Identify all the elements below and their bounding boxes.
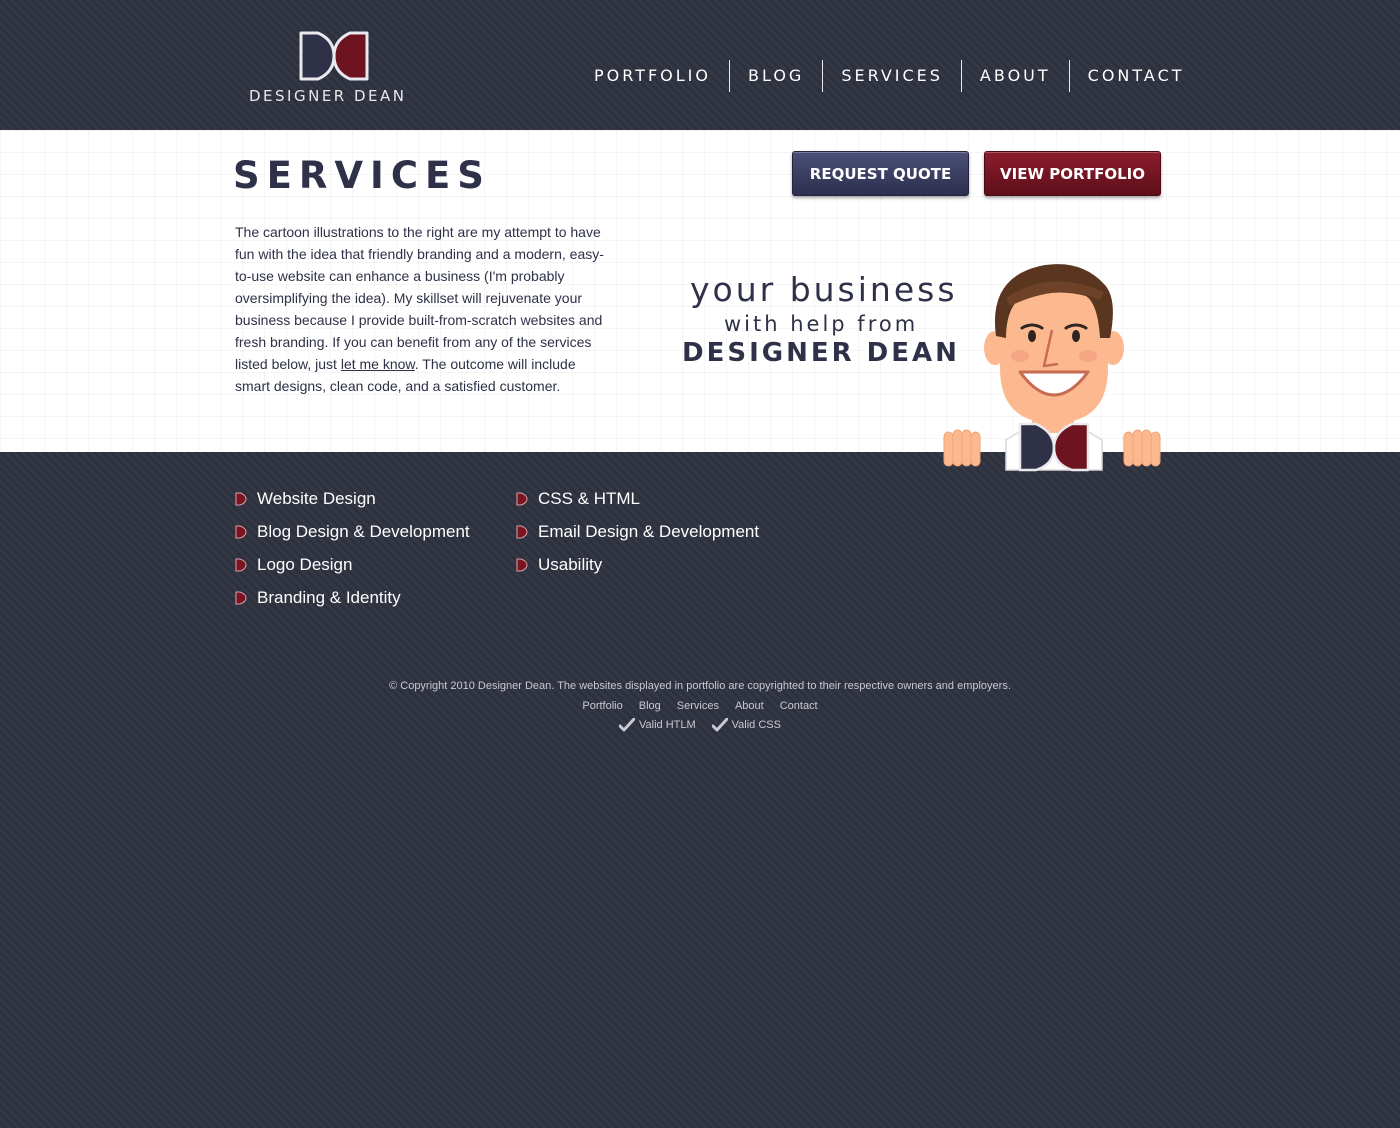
nav-divider	[729, 60, 730, 92]
logo-text: DESIGNER DEAN	[249, 87, 407, 105]
mascot-left-cheek	[1011, 350, 1029, 362]
checkmark-icon	[619, 718, 635, 732]
service-label: Website Design	[257, 488, 376, 508]
service-item: CSS & HTML	[516, 482, 759, 515]
service-label: Logo Design	[257, 554, 353, 574]
nav-about[interactable]: ABOUT	[962, 60, 1069, 92]
intro-text-start: The cartoon illustrations to the right a…	[235, 224, 604, 372]
let-me-know-link[interactable]: let me know	[341, 356, 415, 372]
logo[interactable]: DESIGNER DEAN	[249, 30, 419, 105]
service-label: Email Design & Development	[538, 521, 760, 541]
main-nav: PORTFOLIO BLOG SERVICES ABOUT CONTACT	[576, 60, 1203, 92]
mascot-left-hand	[943, 429, 981, 467]
intro-paragraph: The cartoon illustrations to the right a…	[235, 221, 605, 397]
footer-link-about[interactable]: About	[735, 700, 764, 712]
bowtie-logo-icon	[299, 31, 369, 81]
service-label: Branding & Identity	[257, 587, 401, 607]
service-item: Logo Design	[235, 548, 470, 581]
footer-link-services[interactable]: Services	[677, 700, 719, 712]
services-column-1: Website Design Blog Design & Development…	[235, 482, 470, 614]
bowtie-bullet-icon	[516, 492, 528, 505]
mascot-illustration	[943, 264, 1161, 472]
footer-divider	[220, 656, 1180, 657]
bowtie-bullet-icon	[235, 558, 247, 571]
checkmark-icon	[711, 718, 728, 732]
service-label: CSS & HTML	[538, 488, 641, 508]
copyright-text: © Copyright 2010 Designer Dean. The webs…	[389, 680, 1011, 692]
footer-link-portfolio[interactable]: Portfolio	[582, 700, 622, 712]
service-item: Website Design	[235, 482, 470, 515]
validation-links: Valid HTLM Valid CSS	[0, 718, 1400, 732]
footer-nav: Portfolio Blog Services About Contact	[0, 700, 1400, 712]
service-label: Usability	[538, 554, 603, 574]
tagline-line-1: your business	[690, 270, 958, 309]
bowtie-bullet-icon	[516, 558, 528, 571]
bowtie-bullet-icon	[235, 492, 247, 505]
nav-contact[interactable]: CONTACT	[1070, 60, 1203, 92]
tagline-line-3: DESIGNER DEAN	[682, 338, 960, 368]
mascot-right-eye	[1072, 330, 1080, 342]
mascot-left-eye	[1028, 330, 1036, 342]
mascot-right-cheek	[1079, 350, 1097, 362]
nav-divider	[822, 60, 824, 92]
valid-css-label: Valid CSS	[731, 719, 781, 731]
request-quote-button[interactable]: REQUEST QUOTE	[792, 151, 969, 196]
view-portfolio-button[interactable]: VIEW PORTFOLIO	[984, 151, 1161, 196]
site-header: DESIGNER DEAN PORTFOLIO BLOG SERVICES AB…	[0, 0, 1400, 130]
mascot-right-hand	[1123, 429, 1161, 467]
valid-css-link[interactable]: Valid CSS	[711, 718, 781, 732]
bowtie-bullet-icon	[516, 525, 528, 538]
nav-services[interactable]: SERVICES	[823, 60, 961, 92]
bowtie-bullet-icon	[235, 591, 247, 604]
content-panel: SERVICES REQUEST QUOTE VIEW PORTFOLIO Th…	[0, 130, 1400, 452]
service-item: Blog Design & Development	[235, 515, 470, 548]
nav-blog[interactable]: BLOG	[730, 60, 822, 92]
valid-html-label: Valid HTLM	[639, 719, 696, 731]
tagline-line-2: with help from	[724, 312, 919, 336]
service-label: Blog Design & Development	[257, 521, 470, 541]
footer-link-contact[interactable]: Contact	[780, 700, 818, 712]
page-title: SERVICES	[233, 154, 491, 197]
nav-divider	[960, 60, 962, 92]
valid-html-link[interactable]: Valid HTLM	[619, 718, 696, 732]
service-item: Email Design & Development	[516, 515, 759, 548]
bowtie-bullet-icon	[235, 525, 247, 538]
service-item: Branding & Identity	[235, 581, 470, 614]
service-item: Usability	[516, 548, 759, 581]
services-column-2: CSS & HTML Email Design & Development Us…	[516, 482, 759, 581]
footer-link-blog[interactable]: Blog	[639, 700, 661, 712]
nav-portfolio[interactable]: PORTFOLIO	[576, 60, 729, 92]
nav-divider	[1068, 60, 1070, 92]
